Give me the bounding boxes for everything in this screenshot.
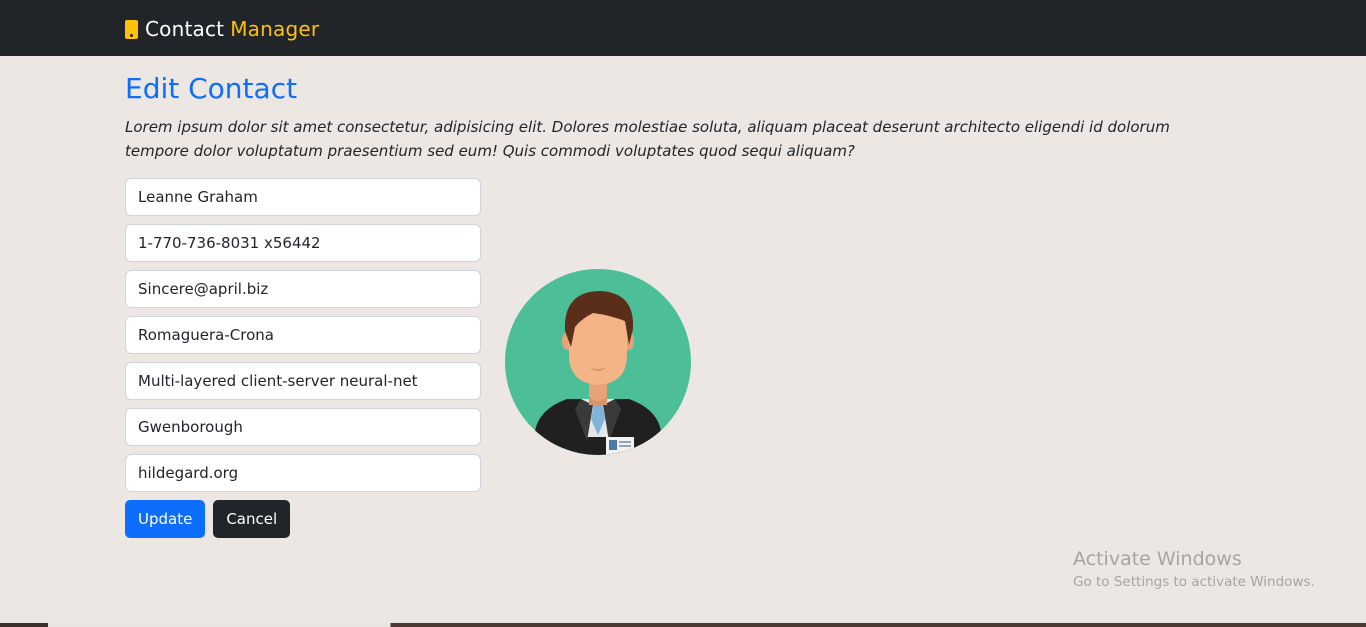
catchphrase-input[interactable] [125,362,481,400]
page-description: Lorem ipsum dolor sit amet consectetur, … [125,118,1170,160]
name-input[interactable] [125,178,481,216]
email-input[interactable] [125,270,481,308]
city-input[interactable] [125,408,481,446]
windows-activation-watermark: Activate Windows Go to Settings to activ… [1073,548,1315,590]
cancel-button[interactable]: Cancel [213,500,291,538]
watermark-subtitle: Go to Settings to activate Windows. [1073,574,1315,590]
taskbar-edge [0,623,1366,627]
brand-accent: Manager [230,17,320,41]
contact-avatar [505,269,691,455]
update-button[interactable]: Update [125,500,206,538]
company-input[interactable] [125,316,481,354]
edit-contact-form [125,178,481,500]
person-avatar-icon [505,269,691,455]
navbar: Contact Manager [0,0,1366,56]
page-title: Edit Contact [125,72,298,105]
watermark-title: Activate Windows [1073,548,1242,570]
phone-input[interactable] [125,224,481,262]
website-input[interactable] [125,454,481,492]
brand-link[interactable]: Contact Manager [125,16,319,42]
mobile-phone-icon [125,19,138,39]
form-actions: Update Cancel [125,500,291,538]
brand-main: Contact [145,17,225,41]
